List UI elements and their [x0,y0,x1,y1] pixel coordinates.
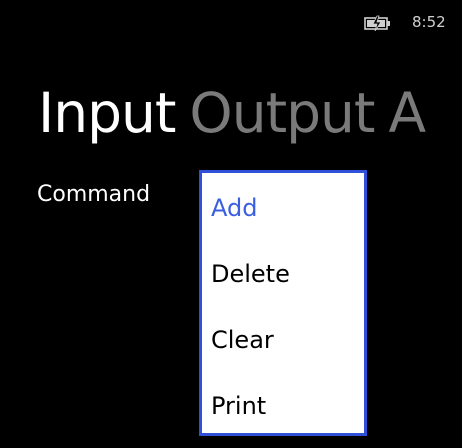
list-item-clear[interactable]: Clear [211,325,274,355]
pivot-header: Input Output A [38,78,439,148]
battery-charging-icon [364,15,394,32]
status-bar: 8:52 [0,0,462,40]
pivot-tab-input[interactable]: Input [38,78,176,148]
list-item-print[interactable]: Print [211,391,266,421]
command-list-picker[interactable]: Add Delete Clear Print [199,170,367,436]
status-time: 8:52 [412,13,446,31]
command-label: Command [37,182,151,207]
phone-screen: 8:52 Input Output A Command Add Delete Cle… [0,0,462,448]
list-item-delete[interactable]: Delete [211,259,290,289]
pivot-tab-next[interactable]: A [388,78,426,148]
pivot-tab-output[interactable]: Output [189,78,375,148]
list-item-add[interactable]: Add [211,193,257,223]
